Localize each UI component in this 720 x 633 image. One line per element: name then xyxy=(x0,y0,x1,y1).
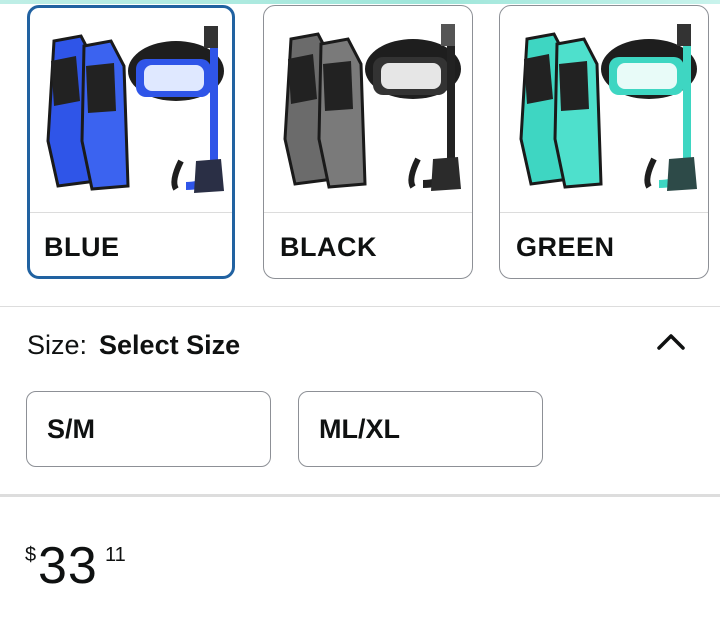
green-snorkel-set-image xyxy=(500,6,708,212)
price-currency-symbol: $ xyxy=(25,544,37,566)
price-fraction: 11 xyxy=(105,544,126,566)
size-selector-header[interactable]: Size: Select Size xyxy=(27,330,240,361)
size-option-s-m[interactable]: S/M xyxy=(26,391,271,467)
swatch-label-green: GREEN xyxy=(516,232,615,262)
size-value: Select Size xyxy=(99,330,241,360)
swatch-divider xyxy=(500,212,708,213)
section-divider xyxy=(0,306,720,307)
black-snorkel-set-image xyxy=(264,6,472,212)
blue-snorkel-set-image xyxy=(30,8,232,214)
swatch-label-black: BLACK xyxy=(280,232,377,262)
swatch-label-blue: BLUE xyxy=(44,232,120,262)
color-swatch-black[interactable]: BLACK xyxy=(263,5,473,279)
swatch-divider xyxy=(264,212,472,213)
color-swatch-blue[interactable]: BLUE xyxy=(27,5,235,279)
top-accent-strip xyxy=(0,0,720,4)
section-divider xyxy=(0,494,720,497)
color-swatch-green[interactable]: GREEN xyxy=(499,5,709,279)
size-option-ml-xl[interactable]: ML/XL xyxy=(298,391,543,467)
size-label: Size: xyxy=(27,330,88,360)
price-whole: 33 xyxy=(38,537,98,595)
swatch-divider xyxy=(30,212,232,213)
chevron-up-icon[interactable] xyxy=(655,330,687,352)
